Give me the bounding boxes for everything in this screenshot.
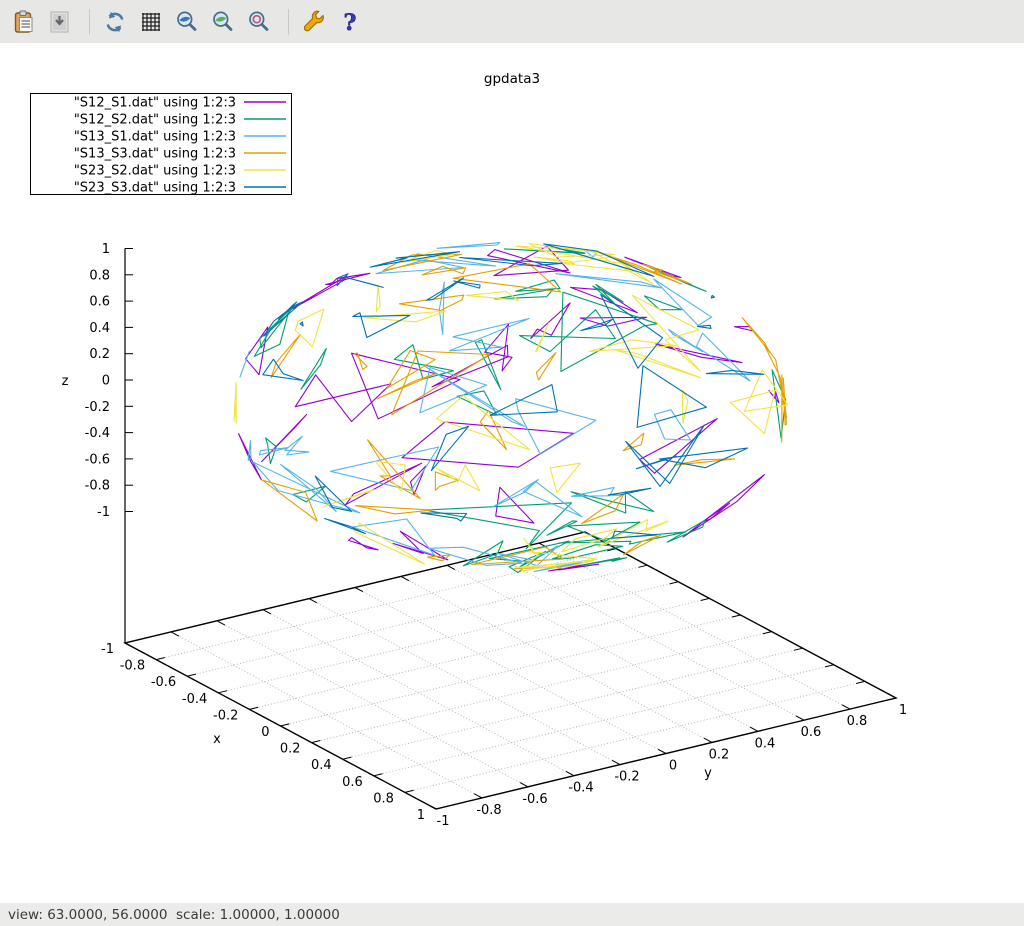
zoom-previous-icon: [174, 9, 200, 35]
svg-text:0: 0: [102, 374, 110, 389]
export-image-icon: [47, 9, 73, 35]
svg-text:-0.2: -0.2: [85, 400, 110, 415]
legend-entry-label: "S12_S1.dat" using 1:2:3: [74, 96, 236, 111]
replot-icon: [102, 9, 128, 35]
plot-title: gpdata3: [484, 71, 540, 87]
zoom-autoscale-button[interactable]: [243, 5, 275, 39]
zoom-next-button[interactable]: [207, 5, 239, 39]
zoom-autoscale-icon: [246, 9, 272, 35]
svg-text:1: 1: [899, 703, 907, 718]
svg-text:1: 1: [417, 808, 425, 823]
plot-canvas[interactable]: gpdata3 -1 -0.8 -0.6 -0.4 -0.2 0 0.2 0.4 0.6 0.8 1…: [0, 43, 1024, 903]
svg-text:-1: -1: [437, 814, 450, 829]
sphere-triangles: [234, 243, 788, 573]
svg-text:0.2: 0.2: [89, 347, 110, 362]
svg-text:-0.6: -0.6: [85, 452, 110, 467]
svg-text:-0.8: -0.8: [85, 479, 110, 494]
svg-text:0: 0: [669, 759, 677, 774]
svg-text:-0.4: -0.4: [568, 781, 593, 796]
svg-text:0.6: 0.6: [342, 775, 363, 790]
clipboard-icon: [11, 9, 37, 35]
svg-text:0.8: 0.8: [89, 268, 110, 283]
base-grid: [156, 543, 865, 798]
svg-text:-0.2: -0.2: [614, 770, 639, 785]
svg-text:0.2: 0.2: [280, 742, 301, 757]
config-button[interactable]: [298, 5, 330, 39]
z-axis-label: z: [62, 374, 69, 389]
series-triangles: [239, 246, 779, 571]
svg-text:0.8: 0.8: [847, 714, 868, 729]
help-button[interactable]: ?: [334, 5, 366, 39]
svg-text:0.6: 0.6: [89, 295, 110, 310]
svg-text:0.6: 0.6: [801, 725, 822, 740]
svg-text:0.4: 0.4: [311, 758, 332, 773]
y-axis-label: y: [704, 766, 712, 781]
toolbar-separator: [89, 9, 90, 35]
zoom-next-icon: [210, 9, 236, 35]
grid-icon: [138, 9, 164, 35]
replot-button[interactable]: [99, 5, 131, 39]
legend-entry-label: "S13_S1.dat" using 1:2:3: [74, 130, 236, 145]
axis-labels: -1 -0.8 -0.6 -0.4 -0.2 0 0.2 0.4 0.6 0.8 1 -1 -0.8 -0…: [62, 242, 908, 829]
zoom-previous-button[interactable]: [171, 5, 203, 39]
svg-text:-0.6: -0.6: [151, 675, 176, 690]
svg-text:-0.6: -0.6: [522, 792, 547, 807]
svg-text:-1: -1: [101, 642, 114, 657]
legend-entry-label: "S12_S2.dat" using 1:2:3: [74, 113, 236, 128]
copy-clipboard-button[interactable]: [8, 5, 40, 39]
grid-toggle-button[interactable]: [135, 5, 167, 39]
toolbar-separator: [288, 9, 289, 35]
legend: "S12_S1.dat" using 1:2:3 "S12_S2.dat" usi…: [31, 94, 292, 196]
svg-text:0.4: 0.4: [755, 736, 776, 751]
svg-text:0.4: 0.4: [89, 321, 110, 336]
svg-text:-0.8: -0.8: [476, 803, 501, 818]
status-view-info: view: 63.0000, 56.0000 scale: 1.00000, 1…: [8, 907, 340, 923]
svg-text:-1: -1: [97, 505, 110, 520]
svg-text:-0.8: -0.8: [120, 659, 145, 674]
legend-entry-label: "S23_S2.dat" using 1:2:3: [74, 164, 236, 179]
svg-text:0: 0: [261, 725, 269, 740]
axis-ticks: [125, 249, 896, 810]
status-bar: view: 63.0000, 56.0000 scale: 1.00000, 1…: [0, 903, 1024, 926]
legend-entry-label: "S13_S3.dat" using 1:2:3: [74, 147, 236, 162]
help-icon: ?: [337, 9, 363, 35]
svg-text:1: 1: [102, 242, 110, 257]
svg-text:0.2: 0.2: [709, 747, 730, 762]
config-icon: [301, 9, 327, 35]
svg-text:-0.2: -0.2: [213, 708, 238, 723]
svg-text:0.8: 0.8: [373, 791, 394, 806]
export-image-button[interactable]: [44, 5, 76, 39]
svg-text:-0.4: -0.4: [85, 426, 110, 441]
svg-text:-0.4: -0.4: [182, 692, 207, 707]
series-triangles: [254, 247, 785, 572]
svg-text:?: ?: [344, 10, 357, 35]
toolbar: ?: [0, 0, 1024, 43]
legend-entry-label: "S23_S3.dat" using 1:2:3: [74, 181, 236, 196]
x-axis-label: x: [213, 732, 221, 747]
